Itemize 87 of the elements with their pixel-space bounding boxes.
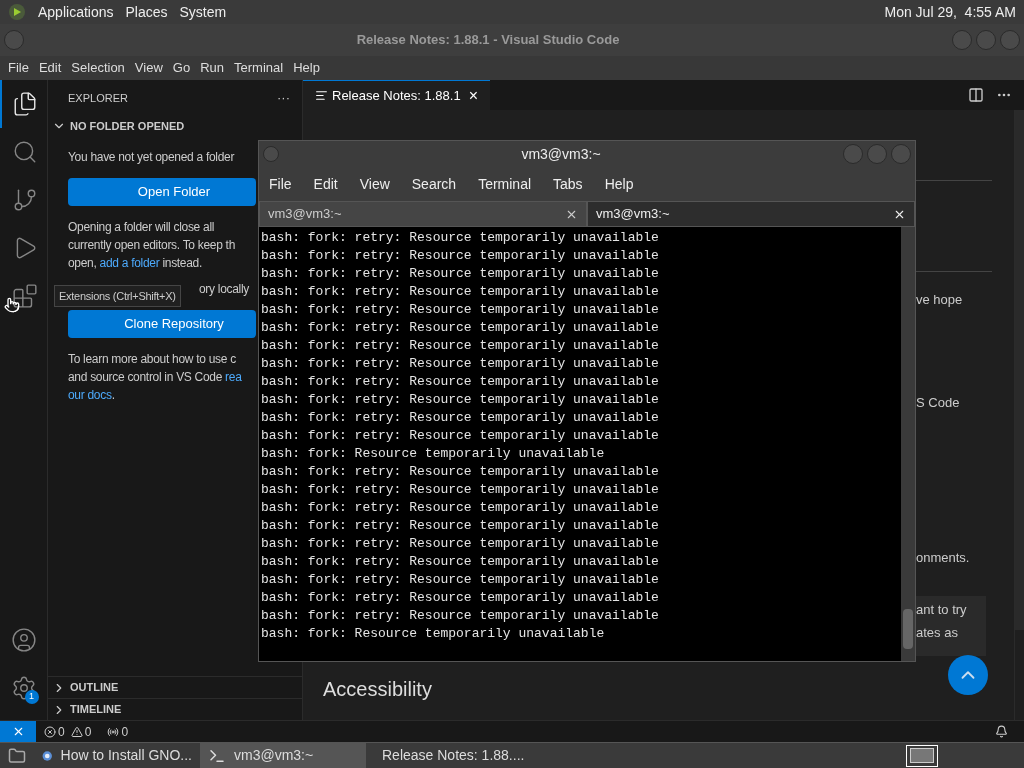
menu-item[interactable]: Terminal xyxy=(234,58,284,78)
editor-tab[interactable]: Release Notes: 1.88.1 × xyxy=(303,80,490,110)
more-actions[interactable]: ··· xyxy=(277,88,290,108)
terminal-line: bash: fork: Resource temporarily unavailable xyxy=(261,445,606,463)
problems-indicator[interactable]: 0 0 xyxy=(44,722,92,741)
terminal-line: bash: fork: retry: Resource temporarily unavailable xyxy=(261,319,660,337)
text-fragment: ates as xyxy=(916,623,959,642)
link[interactable]: our docs xyxy=(68,388,112,402)
antenna-icon xyxy=(107,725,120,738)
terminal-line: bash: fork: retry: Resource temporarily unavailable xyxy=(261,589,660,607)
terminal-menu-item[interactable]: Help xyxy=(604,173,634,195)
terminal-menu-item[interactable]: File xyxy=(269,173,292,195)
text-fragment: S Code xyxy=(916,393,961,412)
section-header[interactable]: NO FOLDER OPENED xyxy=(70,117,185,135)
notifications-icon[interactable] xyxy=(995,725,1008,738)
terminal-line: bash: fork: retry: Resource temporarily unavailable xyxy=(261,607,660,625)
terminal-line: bash: fork: retry: Resource temporarily unavailable xyxy=(261,373,660,391)
terminal-menu-item[interactable]: Tabs xyxy=(553,173,583,195)
split-editor-icon[interactable] xyxy=(968,87,984,103)
terminal-line: bash: fork: retry: Resource temporarily unavailable xyxy=(261,301,660,319)
text-fragment: onments. xyxy=(916,549,971,567)
settings-icon[interactable] xyxy=(10,675,37,701)
text-fragment: ant to try xyxy=(916,600,968,619)
extensions-icon xyxy=(11,283,38,309)
badge: 1 xyxy=(24,690,39,704)
link[interactable]: add a folder xyxy=(99,256,160,270)
terminal-title: vm3@vm3:~ xyxy=(520,144,602,164)
terminal-line: bash: fork: retry: Resource temporarily unavailable xyxy=(261,427,660,445)
terminal-line: bash: fork: retry: Resource temporarily unavailable xyxy=(261,463,660,481)
clone-repository-button[interactable]: Clone Repository xyxy=(68,310,256,338)
terminal-line: bash: fork: retry: Resource temporarily unavailable xyxy=(261,283,660,301)
menu-item[interactable]: Help xyxy=(293,58,320,78)
terminal-scrollbar[interactable] xyxy=(901,227,915,661)
panel-header[interactable]: OUTLINE xyxy=(48,676,302,698)
terminal-line: bash: fork: retry: Resource temporarily unavailable xyxy=(261,337,660,355)
warning-icon xyxy=(70,725,83,738)
terminal-line: bash: fork: retry: Resource temporarily unavailable xyxy=(261,553,660,571)
terminal-tab[interactable]: vm3@vm3:~ xyxy=(587,201,915,227)
terminal-line: bash: fork: retry: Resource temporarily unavailable xyxy=(261,535,660,553)
error-icon xyxy=(44,725,56,738)
menu-item[interactable]: Go xyxy=(172,58,191,78)
terminal-line: bash: fork: retry: Resource temporarily unavailable xyxy=(261,517,660,535)
terminal-menu-item[interactable]: Terminal xyxy=(478,173,532,195)
info-paragraph: Opening a folder will close all currently open editors. To keep th open, add a folder instead. xyxy=(68,219,237,272)
workspace-switcher[interactable] xyxy=(906,744,938,767)
tooltip: Extensions (Ctrl+Shift+X) xyxy=(54,285,181,307)
terminal-line: bash: fork: Resource temporarily unavailable xyxy=(261,625,606,643)
panel-menu[interactable]: Places xyxy=(125,1,168,23)
menu-item[interactable]: Run xyxy=(200,58,224,78)
section-heading: Accessibility xyxy=(323,677,433,702)
sidebar-title: EXPLORER xyxy=(68,90,128,106)
terminal-line: bash: fork: retry: Resource temporarily unavailable xyxy=(261,229,660,247)
account-icon[interactable] xyxy=(10,627,37,653)
remote-button[interactable] xyxy=(0,721,36,742)
terminal-line: bash: fork: retry: Resource temporarily unavailable xyxy=(261,409,660,427)
document-icon xyxy=(315,89,328,102)
terminal-line: bash: fork: retry: Resource temporarily unavailable xyxy=(261,499,660,517)
terminal-line: bash: fork: retry: Resource temporarily unavailable xyxy=(261,265,660,283)
terminal-tab[interactable]: vm3@vm3:~ xyxy=(259,201,587,227)
file-manager-icon[interactable] xyxy=(8,746,26,765)
clock[interactable]: Mon Jul 29, 4:55 AM xyxy=(884,1,1016,23)
terminal-menu-item[interactable]: Edit xyxy=(313,173,338,195)
menu-item[interactable]: File xyxy=(8,58,29,78)
panel-menu[interactable]: Applications xyxy=(38,1,114,23)
terminal-line: bash: fork: retry: Resource temporarily unavailable xyxy=(261,571,660,589)
terminal-line: bash: fork: retry: Resource temporarily unavailable xyxy=(261,481,660,499)
info-text: You have not yet opened a folder xyxy=(68,149,236,166)
menu-item[interactable]: Selection xyxy=(71,58,125,78)
hand-cursor-icon xyxy=(4,297,20,313)
info-paragraph: To learn more about how to use c and source control in VS Code rea our docs. xyxy=(68,351,243,404)
app-menu-icon[interactable] xyxy=(8,3,26,21)
panel-menu[interactable]: System xyxy=(179,1,227,23)
link[interactable]: rea xyxy=(225,370,242,384)
text-fragment: ve hope xyxy=(916,291,964,309)
ports-indicator[interactable]: 0 xyxy=(107,722,129,741)
window-title: Release Notes: 1.88.1 - Visual Studio Code xyxy=(355,31,621,50)
terminal-line: bash: fork: retry: Resource temporarily unavailable xyxy=(261,391,660,409)
terminal-line: bash: fork: retry: Resource temporarily unavailable xyxy=(261,247,660,265)
info-text: ory locally xyxy=(199,281,250,298)
terminal-line: bash: fork: retry: Resource temporarily unavailable xyxy=(261,355,660,373)
terminal-menu-item[interactable]: Search xyxy=(411,173,457,195)
menu-item[interactable]: Edit xyxy=(38,58,62,78)
close-tab[interactable]: × xyxy=(468,83,478,108)
terminal-menu-item[interactable]: View xyxy=(359,173,390,195)
open-folder-button[interactable]: Open Folder xyxy=(68,178,256,206)
menu-item[interactable]: View xyxy=(134,58,163,78)
taskbar-item[interactable]: vm3@vm3:~ xyxy=(200,743,366,768)
